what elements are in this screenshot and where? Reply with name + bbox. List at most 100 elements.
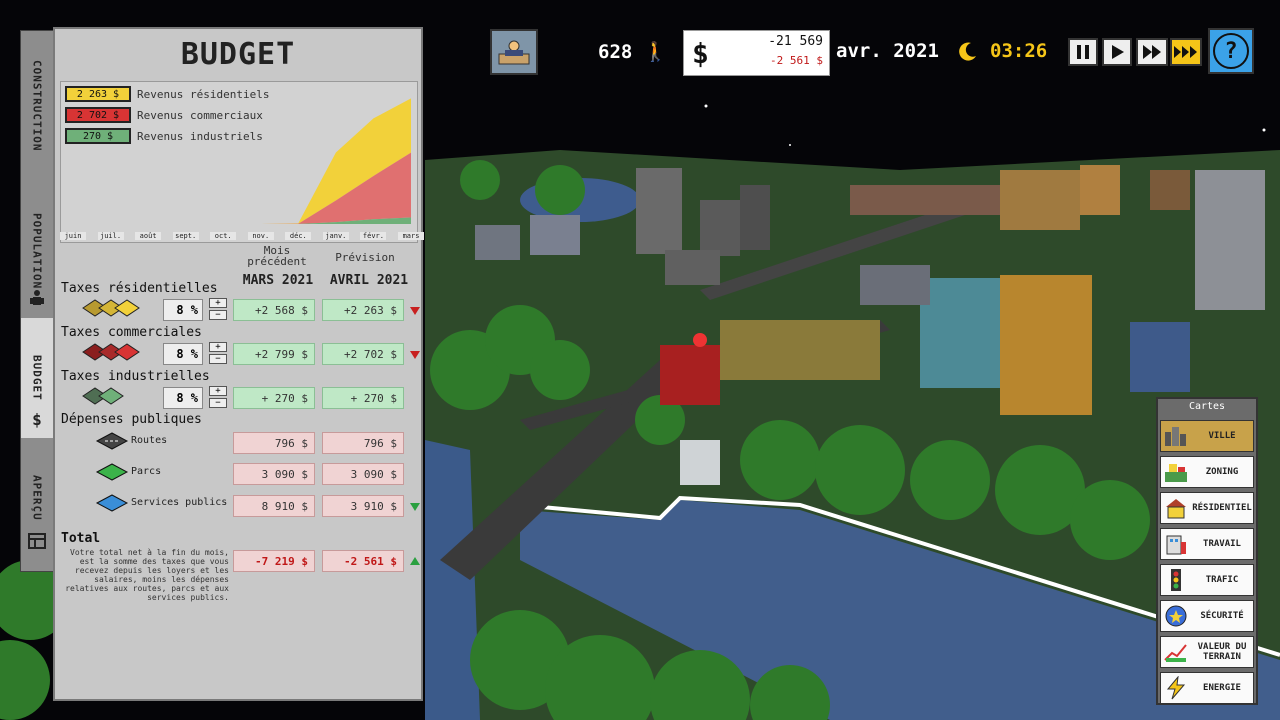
month-tick-label: sept. (172, 232, 199, 240)
fastest-forward-icon (1174, 46, 1197, 58)
month-tick-label: juil. (97, 232, 124, 240)
tax-residential-label: Taxes résidentielles (61, 281, 218, 296)
mayor-desk-icon (498, 40, 530, 65)
total-description: Votre total net à la fin du mois, est la… (65, 548, 229, 602)
tax-residential-prev: +2 568 $ (233, 299, 315, 321)
col-prev-month: MARS 2021 (242, 273, 314, 288)
map-valeur-terrain-label: VALEUR DU TERRAIN (1197, 642, 1247, 662)
total-next: -2 561 $ (322, 550, 404, 572)
plus-icon[interactable]: + (209, 386, 227, 396)
minus-icon[interactable]: − (209, 398, 227, 408)
fastest-button[interactable] (1170, 38, 1202, 66)
map-travail-label: TRAVAIL (1203, 539, 1241, 549)
month-tick-label: déc. (285, 232, 312, 240)
money-box[interactable]: $ -21 569 -2 561 $ (683, 30, 830, 76)
expenses-label: Dépenses publiques (61, 412, 202, 427)
land-value-icon (1164, 644, 1187, 662)
map-energie-label: ENERGIE (1203, 683, 1241, 693)
minus-icon[interactable]: − (209, 354, 227, 364)
tax-industrial-prev: + 270 $ (233, 387, 315, 409)
plus-icon[interactable]: + (209, 342, 227, 352)
tax-commercial-prev: +2 799 $ (233, 343, 315, 365)
map-residentiel-label: RÉSIDENTIEL (1192, 503, 1252, 513)
map-securite-label: SÉCURITÉ (1200, 611, 1244, 621)
col-next-month: AVRIL 2021 (329, 273, 409, 288)
tax-industrial-label: Taxes industrielles (61, 369, 210, 384)
mayor-button[interactable] (490, 29, 538, 75)
month-tick-label: févr. (360, 232, 387, 240)
city-icon (1165, 427, 1186, 446)
map-trafic[interactable]: TRAFIC (1160, 564, 1254, 596)
tax-commercial-label: Taxes commerciales (61, 325, 202, 340)
legend-industrial-label: Revenus industriels (137, 129, 263, 143)
person-icon: 🚶 (643, 41, 668, 63)
trend-down-icon (410, 351, 420, 359)
help-icon: ? (1213, 33, 1249, 69)
tab-population-label: POPULATION (30, 212, 44, 290)
map-valeur-terrain[interactable]: VALEUR DU TERRAIN (1160, 636, 1254, 668)
map-zoning-label: ZONING (1205, 467, 1239, 477)
map-ville[interactable]: VILLE (1160, 420, 1254, 452)
map-residentiel[interactable]: RÉSIDENTIEL (1160, 492, 1254, 524)
map-energie[interactable]: ENERGIE (1160, 672, 1254, 704)
public-services-icon (95, 494, 129, 512)
map-ville-label: VILLE (1208, 431, 1236, 441)
dollar-icon: $ (32, 410, 42, 429)
tax-commercial-rate[interactable]: 8 % (163, 343, 203, 365)
dollar-icon: $ (692, 37, 709, 70)
help-button[interactable]: ? (1208, 28, 1254, 74)
tax-residential-next: +2 263 $ (322, 299, 404, 321)
side-tab-bar: CONSTRUCTION POPULATION BUDGET $ APERÇU (20, 30, 54, 572)
revenue-chart: 2 263 $ Revenus résidentiels 2 702 $ Rev… (60, 81, 424, 243)
tax-commercial-stepper[interactable]: + − (209, 342, 227, 364)
play-icon (1112, 45, 1124, 59)
legend-residential-value: 2 263 $ (65, 86, 131, 102)
population-counter: 628 🚶 (598, 40, 667, 63)
legend-residential: 2 263 $ Revenus résidentiels (65, 86, 269, 102)
traffic-light-icon (1171, 569, 1181, 591)
money-balance: -21 569 (768, 34, 823, 49)
panel-title: BUDGET (180, 37, 296, 72)
map-zoning[interactable]: ZONING (1160, 456, 1254, 488)
tab-construction[interactable]: CONSTRUCTION (21, 31, 53, 181)
minus-icon[interactable]: − (209, 310, 227, 320)
road-icon (95, 432, 129, 450)
month-tick-label: mars (398, 232, 424, 240)
population-value: 628 (598, 41, 633, 63)
population-icon (30, 290, 44, 305)
map-travail[interactable]: TRAVAIL (1160, 528, 1254, 560)
game-date: avr. 2021 (836, 40, 939, 62)
police-badge-icon (1165, 605, 1187, 627)
month-tick-label: juin (60, 232, 86, 240)
tax-industrial-stepper[interactable]: + − (209, 386, 227, 408)
fast-button[interactable] (1136, 38, 1168, 66)
plus-icon[interactable]: + (209, 298, 227, 308)
tab-apercu-label: APERÇU (30, 475, 44, 521)
legend-industrial-value: 270 $ (65, 128, 131, 144)
tax-industrial-rate[interactable]: 8 % (163, 387, 203, 409)
expense-services-prev: 8 910 $ (233, 495, 315, 517)
tab-construction-label: CONSTRUCTION (30, 60, 44, 152)
revenue-chart-plot (73, 98, 411, 224)
map-trafic-label: TRAFIC (1205, 575, 1239, 585)
maps-panel: Cartes VILLE ZONING RÉSIDENTIEL TRAVAIL … (1156, 397, 1258, 705)
house-icon (1166, 499, 1186, 519)
pause-button[interactable] (1068, 38, 1098, 66)
overview-icon (28, 533, 46, 549)
map-securite[interactable]: SÉCURITÉ (1160, 600, 1254, 632)
tax-residential-rate[interactable]: 8 % (163, 299, 203, 321)
trend-down-icon (410, 503, 420, 511)
expense-parks-prev: 3 090 $ (233, 463, 315, 485)
month-tick-label: nov. (247, 232, 274, 240)
moon-icon (959, 42, 976, 61)
expense-roads-prev: 796 $ (233, 432, 315, 454)
legend-commercial-value: 2 702 $ (65, 107, 131, 123)
expense-roads-next: 796 $ (322, 432, 404, 454)
play-button[interactable] (1102, 38, 1132, 66)
tax-industrial-next: + 270 $ (322, 387, 404, 409)
month-tick-label: août (135, 232, 162, 240)
tax-residential-stepper[interactable]: + − (209, 298, 227, 320)
month-tick-label: janv. (322, 232, 349, 240)
pause-icon (1077, 45, 1089, 59)
trend-up-icon (410, 557, 420, 565)
